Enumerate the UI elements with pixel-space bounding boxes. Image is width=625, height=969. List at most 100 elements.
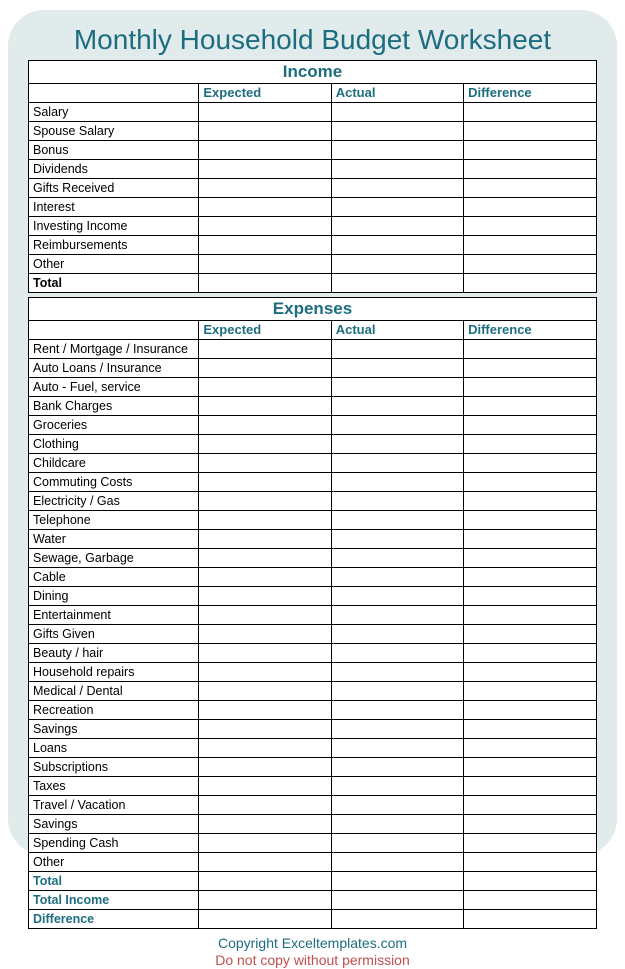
expenses-cell[interactable]	[199, 815, 331, 834]
income-cell[interactable]	[464, 255, 597, 274]
expenses-cell[interactable]	[464, 739, 597, 758]
expenses-cell[interactable]	[331, 815, 463, 834]
expenses-cell[interactable]	[331, 340, 463, 359]
expenses-cell[interactable]	[464, 663, 597, 682]
expenses-cell[interactable]	[331, 644, 463, 663]
income-cell[interactable]	[331, 160, 463, 179]
expenses-cell[interactable]	[199, 701, 331, 720]
income-cell[interactable]	[331, 122, 463, 141]
expenses-cell[interactable]	[464, 644, 597, 663]
expenses-cell[interactable]	[199, 416, 331, 435]
expenses-cell[interactable]	[331, 492, 463, 511]
expenses-cell[interactable]	[331, 549, 463, 568]
expenses-cell[interactable]	[199, 530, 331, 549]
expenses-cell[interactable]	[464, 568, 597, 587]
income-cell[interactable]	[331, 103, 463, 122]
expenses-cell[interactable]	[331, 397, 463, 416]
expenses-cell[interactable]	[331, 606, 463, 625]
expenses-cell[interactable]	[464, 796, 597, 815]
income-cell[interactable]	[464, 198, 597, 217]
income-cell[interactable]	[199, 103, 331, 122]
expenses-cell[interactable]	[199, 796, 331, 815]
expenses-cell[interactable]	[331, 359, 463, 378]
expenses-cell[interactable]	[464, 416, 597, 435]
expenses-cell[interactable]	[464, 435, 597, 454]
expenses-cell[interactable]	[199, 359, 331, 378]
expenses-cell[interactable]	[331, 378, 463, 397]
income-cell[interactable]	[331, 255, 463, 274]
expenses-cell[interactable]	[464, 834, 597, 853]
expenses-cell[interactable]	[199, 853, 331, 872]
expenses-cell[interactable]	[464, 359, 597, 378]
expenses-cell[interactable]	[199, 834, 331, 853]
expenses-cell[interactable]	[464, 777, 597, 796]
expenses-cell[interactable]	[464, 492, 597, 511]
expenses-cell[interactable]	[331, 511, 463, 530]
expenses-cell[interactable]	[199, 492, 331, 511]
expenses-cell[interactable]	[199, 473, 331, 492]
expenses-cell[interactable]	[464, 682, 597, 701]
expenses-cell[interactable]	[199, 340, 331, 359]
income-cell[interactable]	[199, 255, 331, 274]
expenses-cell[interactable]	[464, 340, 597, 359]
expenses-cell[interactable]	[331, 473, 463, 492]
expenses-cell[interactable]	[464, 606, 597, 625]
expenses-cell[interactable]	[199, 549, 331, 568]
income-cell[interactable]	[464, 217, 597, 236]
expenses-cell[interactable]	[464, 701, 597, 720]
income-cell[interactable]	[464, 122, 597, 141]
expenses-cell[interactable]	[331, 720, 463, 739]
expenses-cell[interactable]	[331, 435, 463, 454]
expenses-cell[interactable]	[199, 777, 331, 796]
expenses-cell[interactable]	[331, 834, 463, 853]
expenses-cell[interactable]	[331, 853, 463, 872]
income-cell[interactable]	[331, 217, 463, 236]
income-cell[interactable]	[199, 141, 331, 160]
income-cell[interactable]	[199, 236, 331, 255]
expenses-cell[interactable]	[464, 454, 597, 473]
expenses-cell[interactable]	[464, 530, 597, 549]
expenses-cell[interactable]	[464, 587, 597, 606]
expenses-cell[interactable]	[199, 511, 331, 530]
expenses-cell[interactable]	[464, 549, 597, 568]
expenses-cell[interactable]	[464, 720, 597, 739]
expenses-cell[interactable]	[199, 720, 331, 739]
income-cell[interactable]	[199, 179, 331, 198]
expenses-cell[interactable]	[331, 777, 463, 796]
expenses-cell[interactable]	[331, 739, 463, 758]
expenses-cell[interactable]	[464, 815, 597, 834]
expenses-cell[interactable]	[464, 853, 597, 872]
expenses-cell[interactable]	[199, 454, 331, 473]
expenses-cell[interactable]	[331, 416, 463, 435]
expenses-cell[interactable]	[331, 454, 463, 473]
expenses-cell[interactable]	[331, 530, 463, 549]
expenses-cell[interactable]	[464, 378, 597, 397]
expenses-cell[interactable]	[331, 758, 463, 777]
expenses-cell[interactable]	[199, 625, 331, 644]
income-cell[interactable]	[199, 198, 331, 217]
income-cell[interactable]	[331, 179, 463, 198]
income-cell[interactable]	[199, 122, 331, 141]
expenses-cell[interactable]	[464, 511, 597, 530]
income-cell[interactable]	[464, 179, 597, 198]
income-cell[interactable]	[331, 198, 463, 217]
expenses-cell[interactable]	[464, 473, 597, 492]
expenses-cell[interactable]	[199, 587, 331, 606]
expenses-cell[interactable]	[464, 625, 597, 644]
expenses-cell[interactable]	[199, 397, 331, 416]
expenses-cell[interactable]	[199, 644, 331, 663]
expenses-cell[interactable]	[331, 796, 463, 815]
expenses-cell[interactable]	[199, 606, 331, 625]
expenses-cell[interactable]	[199, 682, 331, 701]
expenses-cell[interactable]	[331, 625, 463, 644]
expenses-cell[interactable]	[199, 568, 331, 587]
income-cell[interactable]	[464, 236, 597, 255]
expenses-cell[interactable]	[331, 701, 463, 720]
expenses-cell[interactable]	[331, 682, 463, 701]
income-cell[interactable]	[199, 217, 331, 236]
expenses-cell[interactable]	[331, 587, 463, 606]
expenses-cell[interactable]	[464, 758, 597, 777]
income-cell[interactable]	[331, 141, 463, 160]
expenses-cell[interactable]	[331, 663, 463, 682]
income-cell[interactable]	[464, 103, 597, 122]
